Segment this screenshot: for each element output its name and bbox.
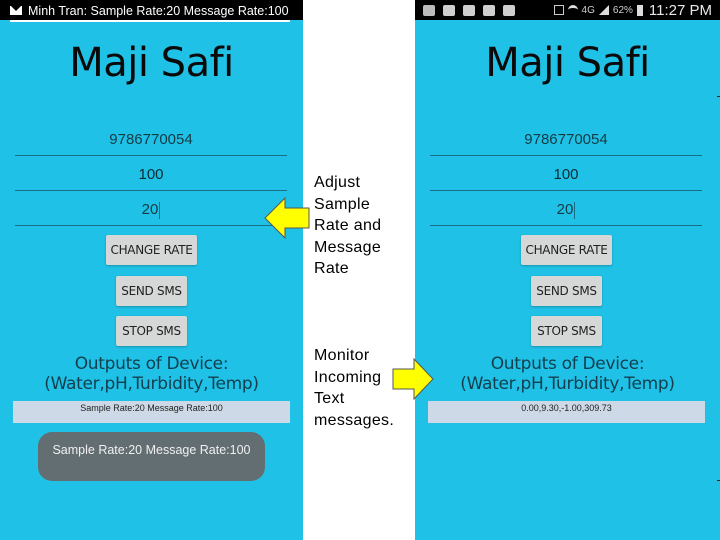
output-display: Sample Rate:20 Message Rate:100 — [13, 401, 290, 423]
annotation-line: Rate and — [314, 217, 382, 234]
envelope-icon — [10, 6, 22, 15]
notification-text: Minh Tran: Sample Rate:20 Message Rate:1… — [28, 3, 289, 18]
chat-icon — [423, 4, 435, 16]
stop-sms-button[interactable]: STOP SMS — [531, 316, 602, 346]
image-icon — [483, 4, 495, 16]
instagram-icon — [503, 4, 515, 16]
send-sms-button[interactable]: SEND SMS — [116, 276, 187, 306]
mute-icon — [553, 5, 564, 15]
wifi-icon — [567, 5, 578, 15]
outputs-heading-line1: Outputs of Device: — [74, 354, 229, 374]
message-rate-value: 100 — [553, 166, 579, 183]
message-rate-value: 100 — [138, 166, 164, 183]
send-sms-button[interactable]: SEND SMS — [531, 276, 602, 306]
outputs-heading: Outputs of Device: (Water,pH,Turbidity,T… — [0, 354, 303, 394]
outputs-heading-line2: (Water,pH,Turbidity,Temp) — [460, 374, 675, 394]
annotation-line: Incoming — [314, 368, 382, 386]
status-bar: Minh Tran: Sample Rate:20 Message Rate:1… — [0, 0, 303, 22]
app-title: Maji Safi — [69, 40, 234, 86]
phone-number-value: 9786770054 — [109, 131, 193, 148]
left-phone-screen: Minh Tran: Sample Rate:20 Message Rate:1… — [0, 0, 303, 540]
network-type: 4G — [581, 4, 595, 16]
battery-percent: 62% — [612, 4, 633, 16]
change-rate-button[interactable]: CHANGE RATE — [106, 235, 197, 265]
right-arrow-icon — [392, 358, 434, 400]
left-arrow-icon — [264, 197, 310, 239]
signal-icon — [598, 5, 609, 15]
stop-sms-button[interactable]: STOP SMS — [116, 316, 187, 346]
phone-number-field[interactable]: 9786770054 — [430, 125, 702, 156]
envelope-icon — [443, 4, 455, 16]
text-cursor — [574, 201, 576, 219]
outputs-heading-line2: (Water,pH,Turbidity,Temp) — [44, 374, 259, 394]
annotation-line: Rate — [314, 260, 349, 277]
toast-message: Sample Rate:20 Message Rate:100 — [38, 432, 265, 481]
sample-rate-field[interactable]: 20 — [430, 195, 702, 226]
change-rate-button[interactable]: CHANGE RATE — [521, 235, 612, 265]
annotation-adjust-rates: Adjust Sample Rate and Message Rate — [314, 172, 381, 280]
text-cursor — [159, 201, 161, 219]
output-display: 0.00,9.30,-1.00,309.73 — [428, 401, 705, 423]
app-title: Maji Safi — [485, 40, 650, 86]
outputs-heading-line1: Outputs of Device: — [490, 354, 645, 374]
annotation-line: Message — [314, 238, 382, 256]
annotation-line: Text — [314, 390, 345, 407]
sample-rate-value: 20 — [141, 201, 159, 218]
gmail-icon — [463, 4, 475, 16]
annotation-monitor-messages: Monitor Incoming Text messages. — [314, 345, 394, 431]
message-rate-field[interactable]: 100 — [430, 160, 702, 191]
heads-up-notification[interactable]: Minh Tran: Sample Rate:20 Message Rate:1… — [10, 1, 290, 22]
message-rate-field[interactable]: 100 — [15, 160, 287, 191]
status-bar: 4G 62% 11:27 PM — [415, 0, 720, 20]
sample-rate-field[interactable]: 20 — [15, 195, 287, 226]
phone-number-value: 9786770054 — [524, 131, 608, 148]
clock: 11:27 PM — [648, 1, 712, 19]
annotation-line: Adjust — [314, 174, 361, 191]
battery-icon — [636, 4, 643, 16]
annotation-line: Sample — [314, 195, 371, 213]
annotation-line: messages. — [314, 411, 395, 429]
right-phone-screen: 4G 62% 11:27 PM Maji Safi 9786770054 100… — [415, 0, 720, 540]
outputs-heading: Outputs of Device: (Water,pH,Turbidity,T… — [415, 354, 720, 394]
phone-number-field[interactable]: 9786770054 — [15, 125, 287, 156]
annotation-line: Monitor — [314, 347, 370, 364]
sample-rate-value: 20 — [556, 201, 574, 218]
